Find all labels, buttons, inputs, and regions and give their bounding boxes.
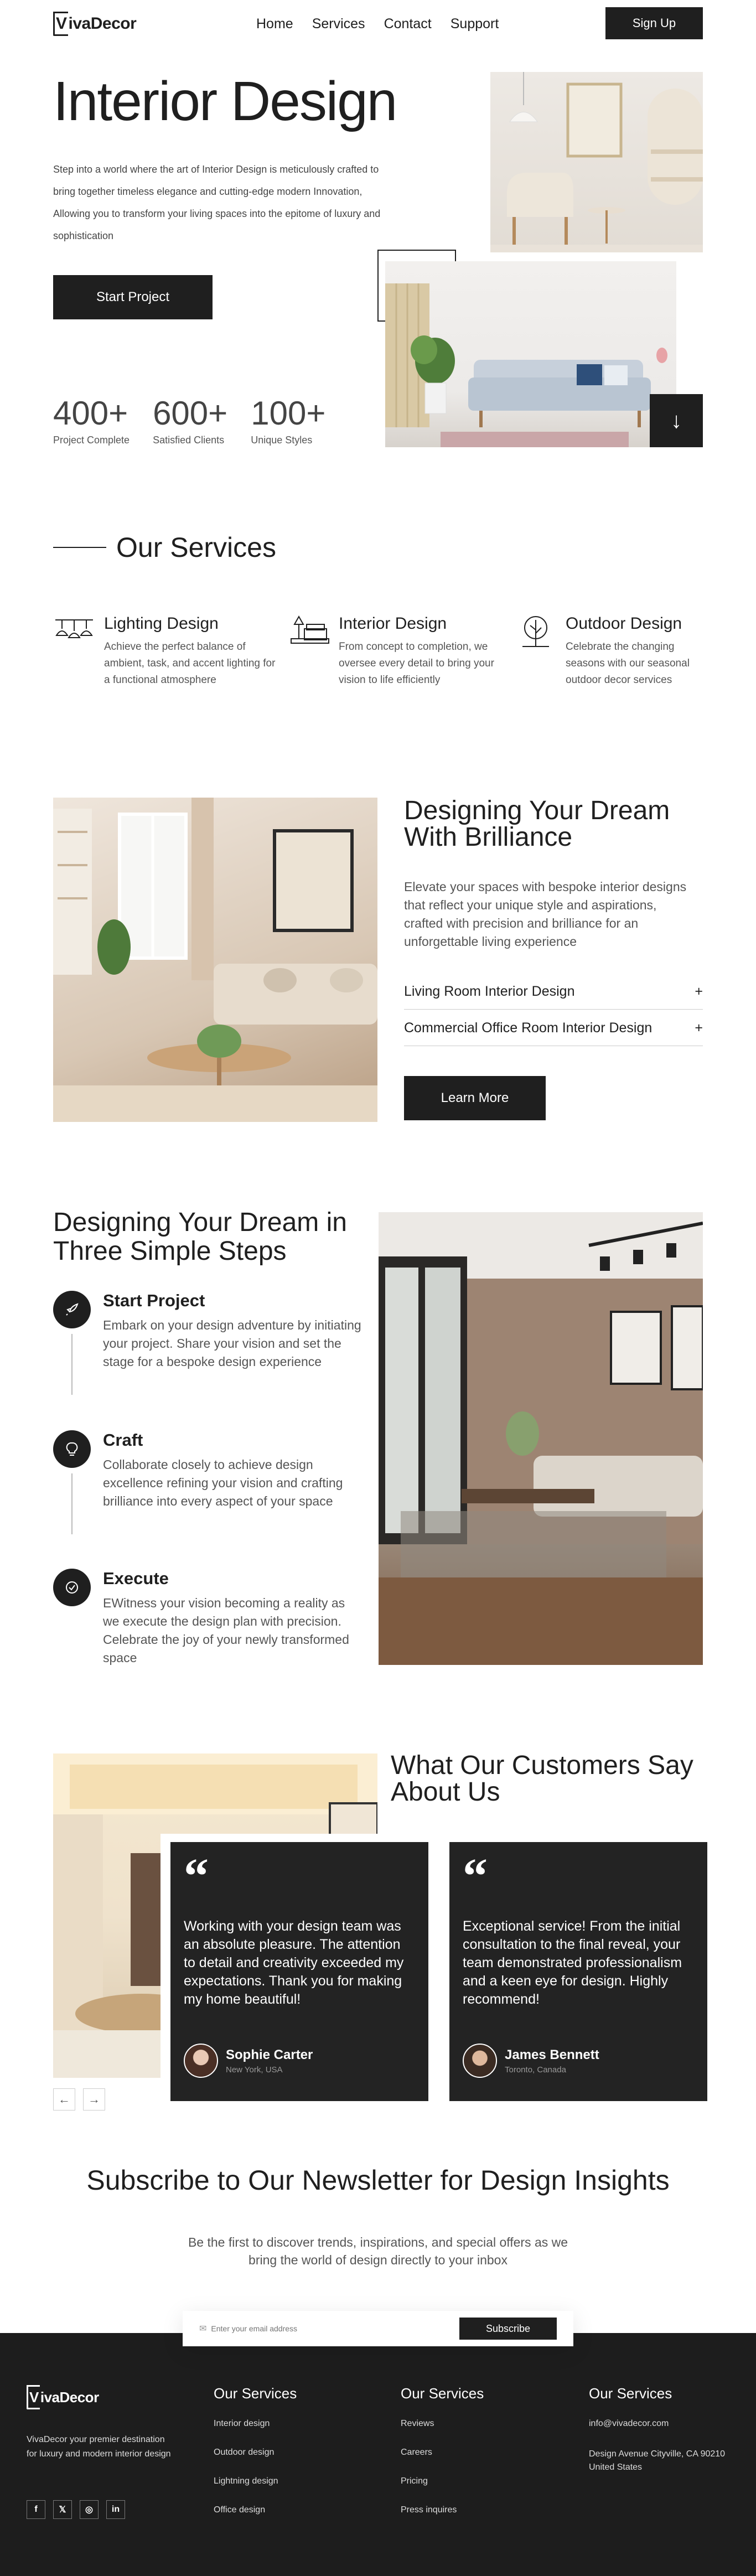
- scroll-down-button[interactable]: ↓: [650, 394, 703, 447]
- testimonial-card: “ Working with your design team was an a…: [170, 1842, 428, 2101]
- avatar: [184, 2044, 218, 2078]
- logo-mark: V: [27, 2385, 40, 2409]
- footer: VivaDecor VivaDecor your premier destina…: [0, 2333, 756, 2576]
- arrow-down-icon: ↓: [671, 408, 682, 433]
- service-interior[interactable]: Interior Design From concept to completio…: [288, 614, 509, 689]
- lamp-icon: [53, 614, 95, 654]
- lightbulb-icon: [53, 1430, 91, 1468]
- rocket-icon: [53, 1291, 91, 1328]
- heading-divider: [53, 547, 106, 548]
- logo-text: ivaDecor: [40, 2388, 99, 2406]
- linkedin-icon[interactable]: in: [106, 2500, 125, 2519]
- testimonials-title: What Our Customers Say About Us: [391, 1751, 693, 1807]
- social-links: f 𝕏 ◎ in: [27, 2500, 125, 2519]
- footer-link[interactable]: Office design: [214, 2505, 297, 2515]
- footer-col-services: Our Services Interior design Outdoor des…: [214, 2385, 297, 2515]
- stat-styles: 100+ Unique Styles: [251, 395, 326, 446]
- footer-col-contact: Our Services info@vivadecor.com Design A…: [589, 2385, 733, 2493]
- hero-section: Interior Design Step into a world where …: [0, 0, 756, 447]
- accordion-office-room[interactable]: Commercial Office Room Interior Design +: [404, 1011, 703, 1046]
- testimonial-card: “ Exceptional service! From the initial …: [449, 1842, 707, 2101]
- footer-logo[interactable]: VivaDecor: [27, 2385, 99, 2409]
- footer-email[interactable]: info@vivadecor.com: [589, 2419, 733, 2429]
- footer-link[interactable]: Interior design: [214, 2419, 297, 2429]
- stats: 400+ Project Complete 600+ Satisfied Clien…: [53, 394, 325, 446]
- testimonial-name: James Bennett: [505, 2047, 599, 2062]
- service-title: Lighting Design: [104, 614, 219, 633]
- service-title: Interior Design: [339, 614, 447, 633]
- email-input[interactable]: [211, 2324, 459, 2333]
- tree-icon: [515, 614, 557, 654]
- mail-icon: ✉: [199, 2324, 207, 2334]
- footer-link[interactable]: Lightning design: [214, 2476, 297, 2486]
- footer-link[interactable]: Careers: [401, 2448, 484, 2458]
- living-room-steps-image: [379, 1212, 704, 1665]
- service-text: Achieve the perfect balance of ambient, …: [104, 641, 276, 686]
- newsletter-title: Subscribe to Our Newsletter for Design I…: [86, 2165, 670, 2196]
- step-execute: Execute EWitness your vision becoming a r…: [53, 1569, 363, 1667]
- testimonial-name: Sophie Carter: [226, 2047, 313, 2062]
- facebook-icon[interactable]: f: [27, 2500, 45, 2519]
- hero-image-armchair: [490, 72, 703, 252]
- brilliance-title: Designing Your Dream With Brilliance: [404, 796, 670, 852]
- furniture-icon: [288, 614, 330, 654]
- start-project-button[interactable]: Start Project: [53, 275, 213, 319]
- stat-clients: 600+ Satisfied Clients: [153, 395, 228, 446]
- service-text: From concept to completion, we oversee e…: [339, 641, 494, 686]
- step-connector: [71, 1334, 73, 1395]
- service-title: Outdoor Design: [566, 614, 682, 633]
- accordion-living-room[interactable]: Living Room Interior Design +: [404, 974, 703, 1010]
- service-outdoor[interactable]: Outdoor Design Celebrate the changing sea…: [515, 614, 725, 689]
- twitter-icon[interactable]: 𝕏: [53, 2500, 72, 2519]
- newsletter-text: Be the first to discover trends, inspira…: [188, 2235, 568, 2267]
- hero-text: Step into a world where the art of Inter…: [53, 164, 381, 241]
- arrow-left-icon[interactable]: ←: [53, 2088, 75, 2111]
- step-connector: [71, 1473, 73, 1534]
- step-craft: Craft Collaborate closely to achieve desi…: [53, 1430, 363, 1511]
- testimonial-location: New York, USA: [226, 2065, 283, 2075]
- services-title: Our Services: [116, 532, 276, 563]
- hero-image-sofa: [385, 261, 676, 447]
- footer-col-company: Our Services Reviews Careers Pricing Pre…: [401, 2385, 484, 2515]
- testimonial-quote: Exceptional service! From the initial co…: [463, 1918, 682, 2007]
- brilliance-text: Elevate your spaces with bespoke interio…: [404, 880, 687, 949]
- services-heading: Our Services: [53, 531, 276, 563]
- footer-link[interactable]: Outdoor design: [214, 2448, 297, 2458]
- hero-title: Interior Design: [53, 70, 397, 132]
- testimonial-quote: Working with your design team was an abs…: [184, 1918, 404, 2007]
- footer-about: VivaDecor your premier destination for l…: [27, 2435, 171, 2459]
- service-text: Celebrate the changing seasons with our …: [566, 641, 690, 686]
- footer-link[interactable]: Press inquires: [401, 2505, 484, 2515]
- footer-link[interactable]: Reviews: [401, 2419, 484, 2429]
- subscribe-button[interactable]: Subscribe: [459, 2318, 557, 2340]
- footer-link[interactable]: Pricing: [401, 2476, 484, 2486]
- quote-icon: “: [463, 1849, 488, 1903]
- footer-address: Design Avenue Cityville, CA 90210 United…: [589, 2449, 726, 2472]
- instagram-icon[interactable]: ◎: [80, 2500, 99, 2519]
- living-room-image: [53, 798, 377, 1122]
- plus-icon: +: [695, 984, 703, 999]
- steps-title: Designing Your Dream in Three Simple Ste…: [53, 1208, 347, 1266]
- learn-more-button[interactable]: Learn More: [404, 1076, 546, 1120]
- testimonial-pager: ← →: [53, 2088, 105, 2111]
- step-start-project: Start Project Embark on your design adven…: [53, 1291, 363, 1371]
- stat-projects: 400+ Project Complete: [53, 395, 130, 446]
- service-lighting[interactable]: Lighting Design Achieve the perfect balan…: [53, 614, 286, 689]
- quote-icon: “: [184, 1849, 209, 1903]
- avatar: [463, 2044, 497, 2078]
- newsletter-form: ✉ Subscribe: [183, 2311, 573, 2346]
- testimonial-location: Toronto, Canada: [505, 2065, 566, 2075]
- check-icon: [53, 1569, 91, 1606]
- arrow-right-icon[interactable]: →: [83, 2088, 105, 2111]
- plus-icon: +: [695, 1020, 703, 1036]
